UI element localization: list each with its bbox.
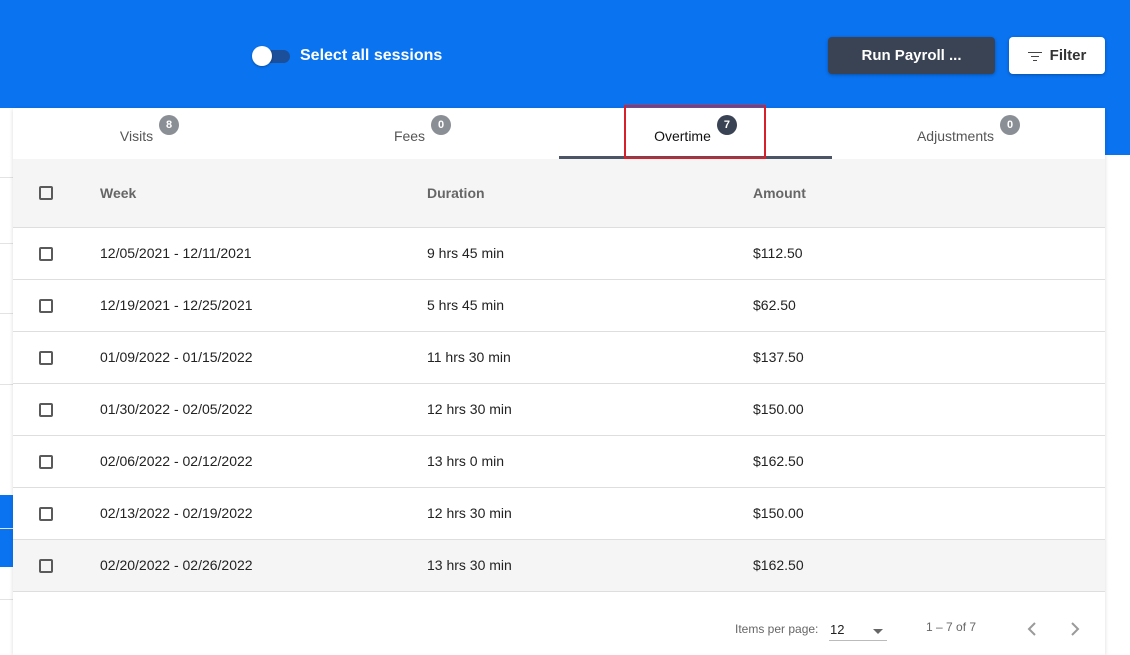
cell-duration: 5 hrs 45 min [427, 297, 505, 313]
select-all-toggle[interactable] [252, 46, 290, 66]
cell-week: 01/30/2022 - 02/05/2022 [100, 401, 253, 417]
items-per-page-label: Items per page: [735, 622, 819, 636]
tab-overtime-label: Overtime [654, 127, 711, 144]
cell-duration: 13 hrs 0 min [427, 453, 505, 469]
table-header: Week Duration Amount [13, 159, 1105, 228]
chevron-right-icon [1071, 622, 1080, 636]
sidebar-selected-item[interactable] [0, 495, 13, 567]
tab-visits-label: Visits [119, 127, 154, 144]
tab-adjustments-count-badge: 0 [1000, 114, 1021, 135]
cell-duration: 12 hrs 30 min [427, 505, 512, 521]
cell-week: 02/06/2022 - 02/12/2022 [100, 453, 253, 469]
run-payroll-button[interactable]: Run Payroll ... [828, 37, 995, 74]
select-all-label: Select all sessions [300, 47, 443, 64]
tab-bar: Visits 8 Fees 0 Overtime 7 Adjustments 0 [13, 105, 1105, 160]
page-range-label: 1 – 7 of 7 [926, 620, 977, 634]
overtime-table: Week Duration Amount 12/05/2021 - 12/11/… [13, 159, 1105, 592]
items-per-page-value: 12 [830, 622, 845, 637]
left-sidebar-edge [0, 108, 14, 655]
tab-visits-count-badge: 8 [159, 114, 180, 135]
filter-button[interactable]: Filter [1009, 37, 1105, 74]
column-header-duration: Duration [427, 185, 485, 201]
column-header-amount: Amount [753, 185, 806, 201]
next-page-button[interactable] [1064, 618, 1086, 640]
tab-adjustments-label: Adjustments [916, 127, 995, 144]
table-row[interactable]: 02/06/2022 - 02/12/2022 13 hrs 0 min $16… [13, 436, 1105, 488]
cell-amount: $162.50 [753, 557, 804, 573]
cell-amount: $162.50 [753, 453, 804, 469]
items-per-page-select[interactable]: 12 [829, 620, 887, 641]
tab-visits[interactable]: Visits 8 [13, 108, 286, 159]
select-all-rows-checkbox[interactable] [39, 186, 53, 200]
table-row[interactable]: 01/09/2022 - 01/15/2022 11 hrs 30 min $1… [13, 332, 1105, 384]
filter-label: Filter [1049, 47, 1087, 64]
table-row[interactable]: 02/20/2022 - 02/26/2022 13 hrs 30 min $1… [13, 540, 1105, 592]
cell-amount: $150.00 [753, 401, 804, 417]
cell-week: 12/05/2021 - 12/11/2021 [100, 245, 252, 261]
cell-amount: $62.50 [753, 297, 796, 313]
paginator: Items per page: 12 1 – 7 of 7 [13, 598, 1105, 655]
tab-fees-count-badge: 0 [431, 114, 452, 135]
row-checkbox[interactable] [39, 507, 53, 521]
cell-week: 02/20/2022 - 02/26/2022 [100, 557, 253, 573]
header-bar: Select all sessions Run Payroll ... Filt… [0, 0, 1130, 108]
payroll-panel: Visits 8 Fees 0 Overtime 7 Adjustments 0… [13, 105, 1105, 655]
dropdown-caret-icon [873, 629, 883, 634]
chevron-left-icon [1027, 622, 1036, 636]
table-row[interactable]: 02/13/2022 - 02/19/2022 12 hrs 30 min $1… [13, 488, 1105, 540]
cell-week: 12/19/2021 - 12/25/2021 [100, 297, 253, 313]
tab-fees[interactable]: Fees 0 [286, 108, 559, 159]
tab-overtime-count-badge: 7 [716, 114, 737, 135]
cell-week: 02/13/2022 - 02/19/2022 [100, 505, 253, 521]
header-extension [1105, 108, 1130, 155]
column-header-week: Week [100, 185, 137, 201]
cell-duration: 9 hrs 45 min [427, 245, 505, 261]
row-checkbox[interactable] [39, 559, 53, 573]
cell-duration: 12 hrs 30 min [427, 401, 512, 417]
cell-amount: $150.00 [753, 505, 804, 521]
cell-duration: 11 hrs 30 min [427, 349, 511, 365]
table-row[interactable]: 12/05/2021 - 12/11/2021 9 hrs 45 min $11… [13, 228, 1105, 280]
row-checkbox[interactable] [39, 247, 53, 261]
tab-overtime[interactable]: Overtime 7 [559, 108, 832, 159]
cell-week: 01/09/2022 - 01/15/2022 [100, 349, 253, 365]
table-row[interactable]: 01/30/2022 - 02/05/2022 12 hrs 30 min $1… [13, 384, 1105, 436]
row-checkbox[interactable] [39, 351, 53, 365]
cell-amount: $112.50 [753, 245, 803, 261]
row-checkbox[interactable] [39, 403, 53, 417]
cell-duration: 13 hrs 30 min [427, 557, 512, 573]
filter-icon [1027, 51, 1042, 62]
table-row[interactable]: 12/19/2021 - 12/25/2021 5 hrs 45 min $62… [13, 280, 1105, 332]
row-checkbox[interactable] [39, 299, 53, 313]
row-checkbox[interactable] [39, 455, 53, 469]
cell-amount: $137.50 [753, 349, 804, 365]
tab-fees-label: Fees [393, 127, 426, 144]
previous-page-button[interactable] [1021, 618, 1043, 640]
tab-adjustments[interactable]: Adjustments 0 [832, 108, 1105, 159]
